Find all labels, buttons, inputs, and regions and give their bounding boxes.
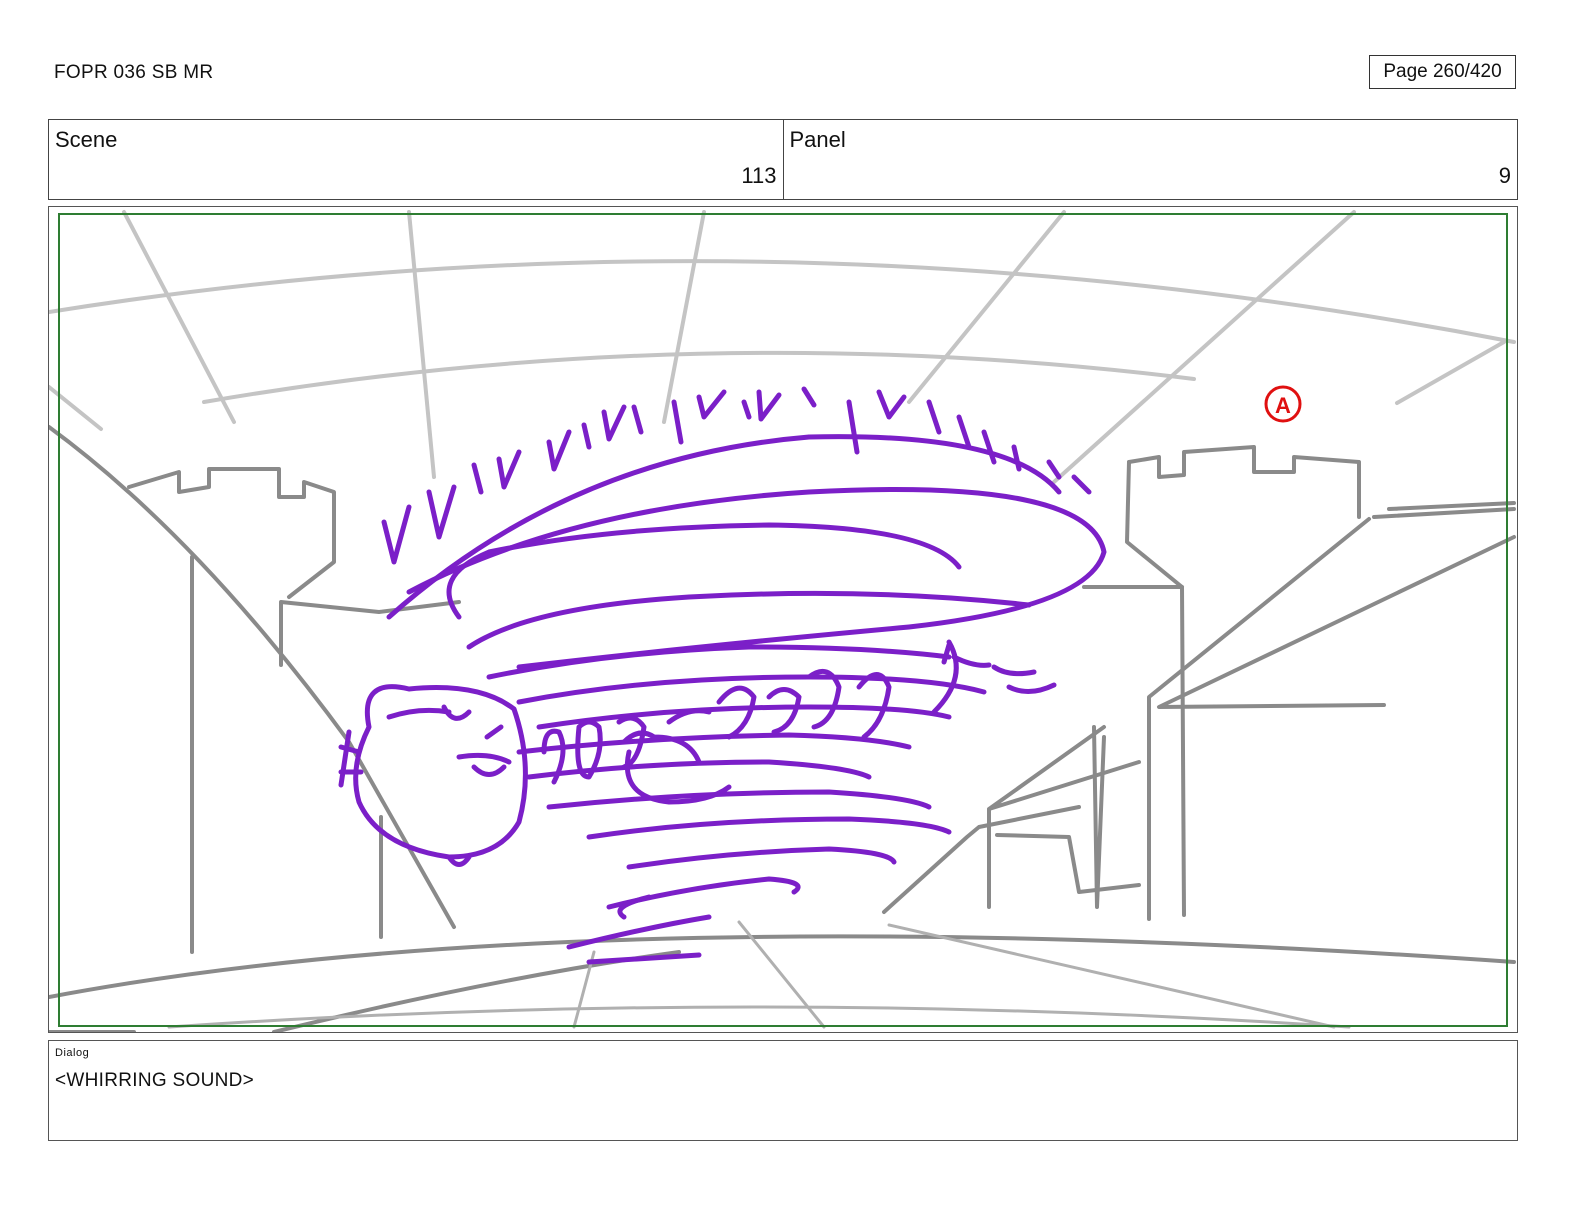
- panel-number: 9: [1498, 163, 1511, 188]
- annotation-letter: A: [1275, 393, 1291, 418]
- storyboard-panel: A: [48, 206, 1518, 1033]
- dialog-label: Dialog: [55, 1047, 90, 1059]
- scene-cell: Scene 113: [49, 120, 783, 199]
- document-title: FOPR 036 SB MR: [54, 62, 214, 83]
- panel-cell: Panel 9: [782, 120, 1518, 199]
- page-indicator-text: Page 260/420: [1383, 61, 1502, 82]
- page-indicator: Page 260/420: [1369, 55, 1516, 89]
- scene-number: 113: [741, 163, 777, 188]
- storyboard-sketch: A: [49, 210, 1516, 1032]
- scene-panel-info: Scene 113 Panel 9: [48, 119, 1518, 200]
- dialog-box: Dialog <WHIRRING SOUND>: [48, 1040, 1518, 1141]
- annotation-marker: A: [1264, 385, 1302, 423]
- dialog-text: <WHIRRING SOUND>: [55, 1070, 255, 1091]
- safe-frame-guide: [58, 213, 1508, 1027]
- scene-label: Scene: [55, 127, 118, 152]
- panel-label: Panel: [789, 127, 846, 152]
